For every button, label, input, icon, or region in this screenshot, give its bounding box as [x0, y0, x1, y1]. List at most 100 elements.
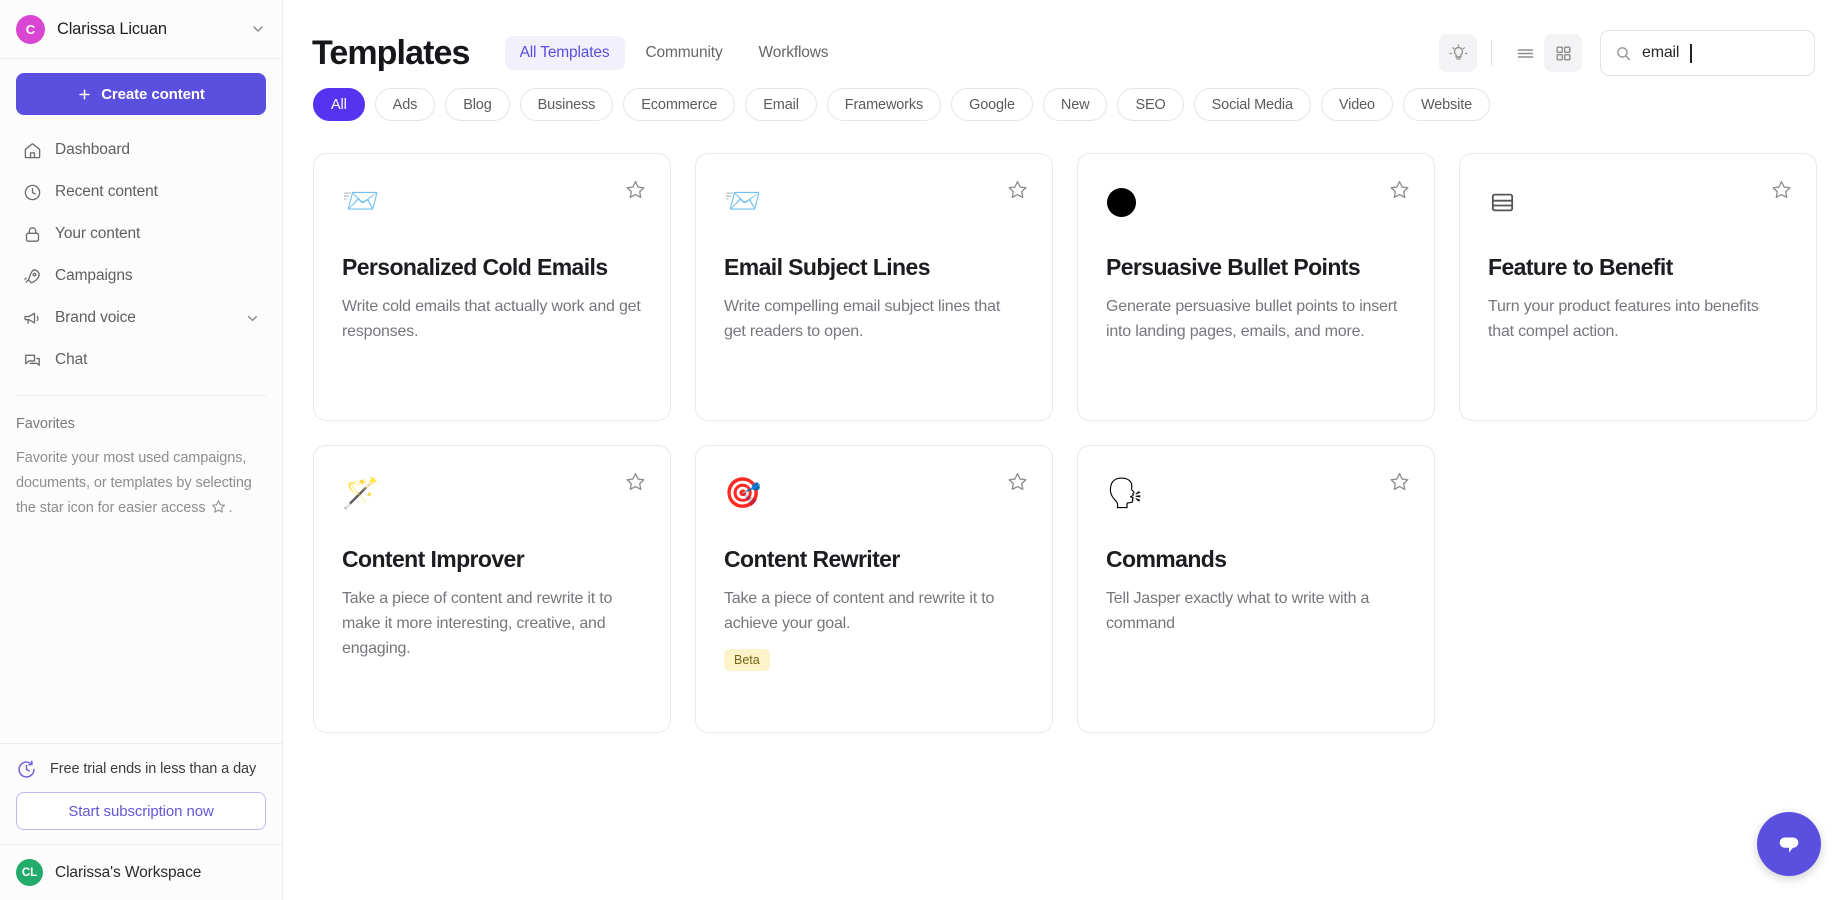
status-badge: Beta [724, 649, 770, 671]
favorites-description: Favorite your most used campaigns, docum… [16, 446, 266, 523]
chat-bubble-icon [1774, 829, 1804, 859]
list-view-icon[interactable] [1506, 34, 1544, 72]
template-title: Email Subject Lines [724, 254, 1024, 281]
template-card[interactable]: 📨 Personalized Cold Emails Write cold em… [313, 153, 671, 421]
chevron-down-icon[interactable] [245, 311, 260, 326]
page-header: Templates All Templates Community Workfl… [283, 0, 1845, 82]
dart-target-icon: 🎯 [724, 472, 1024, 516]
star-outline-icon[interactable] [1388, 470, 1410, 492]
sidebar-item-label: Dashboard [55, 141, 260, 159]
sidebar-nav: Dashboard Recent content Your content Ca… [16, 129, 266, 381]
favorites-description-period: . [228, 500, 232, 516]
template-card[interactable]: 🪄 Content Improver Take a piece of conte… [313, 445, 671, 733]
black-circle-icon [1106, 180, 1406, 224]
star-outline-icon[interactable] [624, 178, 646, 200]
clock-icon [22, 182, 42, 202]
star-outline-icon[interactable] [1006, 178, 1028, 200]
chevron-down-icon[interactable] [250, 21, 266, 37]
clock-arrow-icon [16, 758, 38, 780]
template-title: Content Improver [342, 546, 642, 573]
template-description: Take a piece of content and rewrite it t… [724, 586, 1024, 636]
tab-all-templates[interactable]: All Templates [505, 36, 625, 70]
rocket-icon [22, 266, 42, 286]
home-icon [22, 140, 42, 160]
header-actions: email [1439, 30, 1815, 76]
template-card[interactable]: Feature to Benefit Turn your product fea… [1459, 153, 1817, 421]
chat-fab-button[interactable] [1757, 812, 1821, 876]
tab-workflows[interactable]: Workflows [744, 36, 844, 70]
sidebar-item-label: Your content [55, 225, 260, 243]
filter-pill-ecommerce[interactable]: Ecommerce [623, 88, 735, 121]
template-description: Tell Jasper exactly what to write with a… [1106, 586, 1406, 636]
sidebar-item-chat[interactable]: Chat [16, 339, 266, 381]
speaking-head-icon: 🗣 [1106, 472, 1406, 516]
sidebar-item-label: Campaigns [55, 267, 260, 285]
chat-bubbles-icon [22, 350, 42, 370]
start-subscription-button[interactable]: Start subscription now [16, 792, 266, 830]
sidebar-item-dashboard[interactable]: Dashboard [16, 129, 266, 171]
template-card[interactable]: 📨 Email Subject Lines Write compelling e… [695, 153, 1053, 421]
header-divider [1491, 40, 1492, 66]
template-card[interactable]: Persuasive Bullet Points Generate persua… [1077, 153, 1435, 421]
star-outline-icon [211, 498, 226, 523]
filter-pill-frameworks[interactable]: Frameworks [827, 88, 941, 121]
sidebar-item-label: Brand voice [55, 309, 232, 327]
filter-pill-website[interactable]: Website [1403, 88, 1490, 121]
sidebar: C Clarissa Licuan Create content Dashboa… [0, 0, 283, 900]
star-outline-icon[interactable] [1770, 178, 1792, 200]
avatar: C [16, 15, 45, 44]
sidebar-item-campaigns[interactable]: Campaigns [16, 255, 266, 297]
favorites-title: Favorites [16, 416, 266, 432]
plus-icon [77, 87, 92, 102]
template-description: Take a piece of content and rewrite it t… [342, 586, 642, 661]
filter-pill-social-media[interactable]: Social Media [1194, 88, 1311, 121]
workspace-switcher[interactable]: CL Clarissa's Workspace [0, 844, 282, 900]
workspace-avatar: CL [16, 859, 43, 886]
template-card[interactable]: 🗣 Commands Tell Jasper exactly what to w… [1077, 445, 1435, 733]
header-tabs: All Templates Community Workflows [505, 36, 844, 70]
star-outline-icon[interactable] [1006, 470, 1028, 492]
template-title: Content Rewriter [724, 546, 1024, 573]
filter-pill-blog[interactable]: Blog [445, 88, 509, 121]
tab-community[interactable]: Community [631, 36, 738, 70]
template-description: Turn your product features into benefits… [1488, 294, 1788, 344]
template-title: Feature to Benefit [1488, 254, 1788, 281]
lightbulb-icon[interactable] [1439, 34, 1477, 72]
sidebar-item-label: Recent content [55, 183, 260, 201]
sidebar-item-your-content[interactable]: Your content [16, 213, 266, 255]
stacked-rows-icon [1488, 180, 1788, 224]
filter-pill-all[interactable]: All [313, 88, 365, 121]
text-cursor [1690, 44, 1692, 63]
trial-message: Free trial ends in less than a day [50, 759, 256, 779]
search-input[interactable]: email [1600, 30, 1815, 76]
sidebar-item-brand-voice[interactable]: Brand voice [16, 297, 266, 339]
grid-view-icon[interactable] [1544, 34, 1582, 72]
template-card[interactable]: 🎯 Content Rewriter Take a piece of conte… [695, 445, 1053, 733]
template-title: Persuasive Bullet Points [1106, 254, 1406, 281]
search-icon [1615, 45, 1632, 62]
star-outline-icon[interactable] [624, 470, 646, 492]
filter-pill-email[interactable]: Email [745, 88, 817, 121]
filter-pill-google[interactable]: Google [951, 88, 1033, 121]
filter-pill-ads[interactable]: Ads [375, 88, 436, 121]
favorites-section: Favorites Favorite your most used campai… [0, 396, 282, 743]
incoming-envelope-icon: 📨 [724, 180, 1024, 224]
template-title: Commands [1106, 546, 1406, 573]
star-outline-icon[interactable] [1388, 178, 1410, 200]
filter-pill-new[interactable]: New [1043, 88, 1108, 121]
template-title: Personalized Cold Emails [342, 254, 642, 281]
user-name: Clarissa Licuan [57, 20, 238, 39]
create-content-label: Create content [101, 86, 205, 103]
user-account-switcher[interactable]: C Clarissa Licuan [0, 0, 282, 59]
search-value: email [1642, 44, 1679, 62]
sidebar-item-recent-content[interactable]: Recent content [16, 171, 266, 213]
main-content: Templates All Templates Community Workfl… [283, 0, 1845, 900]
filter-pill-video[interactable]: Video [1321, 88, 1393, 121]
create-content-button[interactable]: Create content [16, 73, 266, 115]
incoming-envelope-icon: 📨 [342, 180, 642, 224]
megaphone-icon [22, 308, 42, 328]
page-title: Templates [312, 34, 470, 73]
template-description: Write cold emails that actually work and… [342, 294, 642, 344]
filter-pill-seo[interactable]: SEO [1117, 88, 1183, 121]
filter-pill-business[interactable]: Business [520, 88, 614, 121]
